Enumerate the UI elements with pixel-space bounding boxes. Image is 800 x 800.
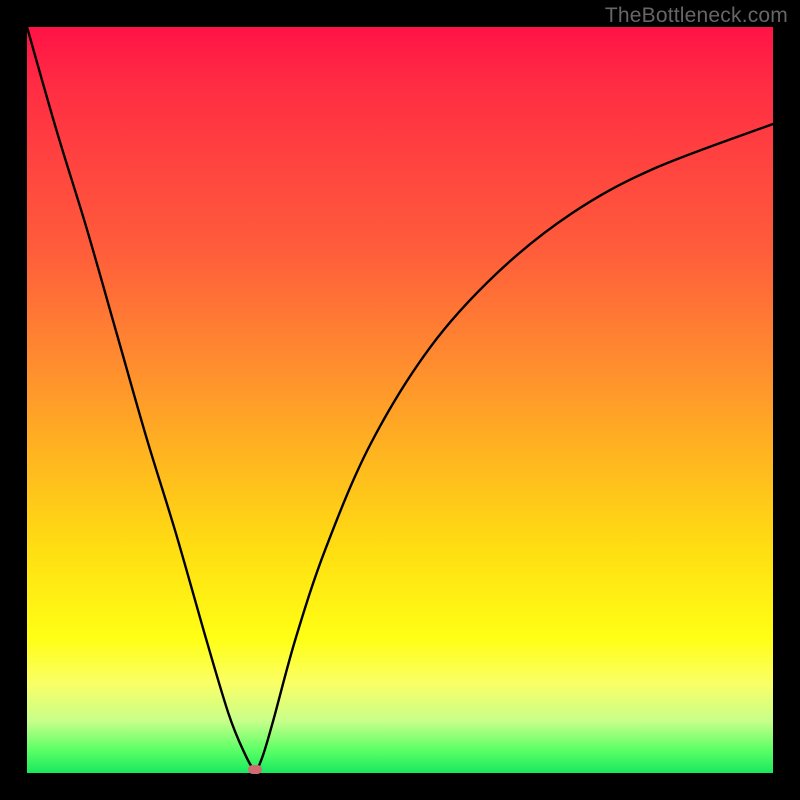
watermark-label: TheBottleneck.com bbox=[605, 4, 788, 28]
minimum-marker bbox=[248, 765, 262, 774]
curve-svg bbox=[27, 27, 773, 773]
chart-frame: TheBottleneck.com bbox=[0, 0, 800, 800]
bottleneck-curve-path bbox=[27, 27, 773, 769]
plot-area bbox=[27, 27, 773, 773]
